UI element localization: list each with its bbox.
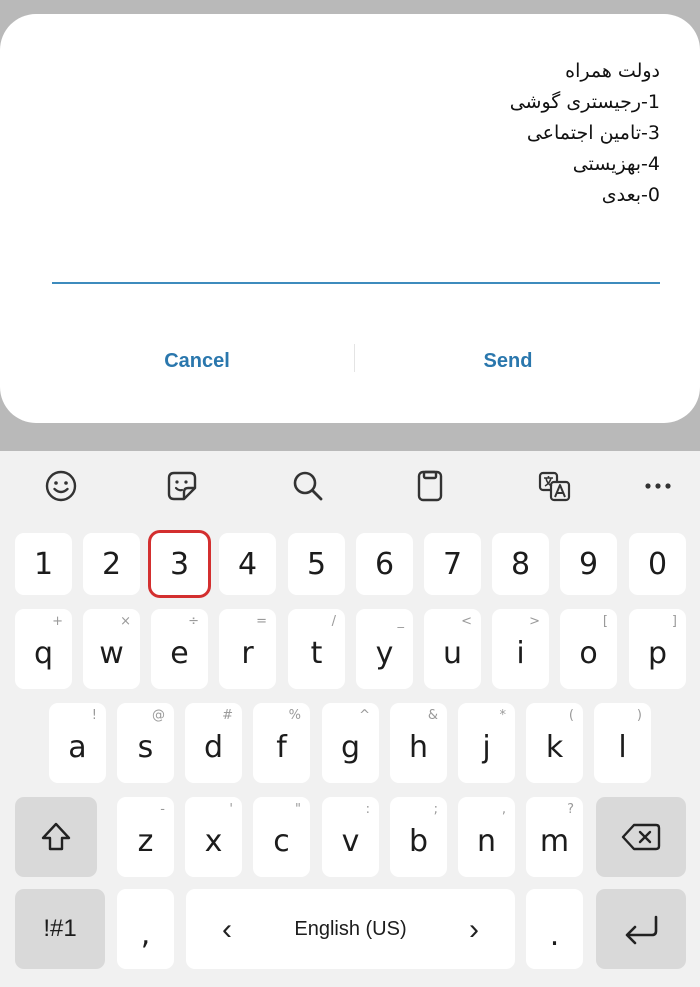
- key-m[interactable]: ? m: [526, 797, 583, 877]
- key-6[interactable]: 6: [356, 533, 413, 595]
- send-button[interactable]: Send: [408, 336, 608, 386]
- key-1[interactable]: 1: [15, 533, 72, 595]
- enter-key[interactable]: [596, 889, 686, 969]
- space-key[interactable]: English (US) ‹ ›: [186, 889, 515, 969]
- key-5[interactable]: 5: [288, 533, 345, 595]
- key-s[interactable]: @ s: [117, 703, 174, 783]
- key-e[interactable]: ÷ e: [151, 609, 208, 689]
- emoji-icon[interactable]: [43, 468, 79, 504]
- keyboard: 1 2 3 4 5 6 7 8 9 0 + q × w ÷ e = r / t _ y < u…: [0, 451, 700, 987]
- message-line-4: 4-بهزیستی: [572, 153, 660, 175]
- backspace-icon: [596, 797, 686, 877]
- key-3[interactable]: 3: [151, 533, 208, 595]
- key-x[interactable]: ' x: [185, 797, 242, 877]
- key-h[interactable]: & h: [390, 703, 447, 783]
- symbols-key[interactable]: !#1: [15, 889, 105, 969]
- key-j[interactable]: * j: [458, 703, 515, 783]
- key-y[interactable]: _ y: [356, 609, 413, 689]
- search-icon[interactable]: [290, 468, 326, 504]
- enter-icon: [596, 889, 686, 969]
- key-a[interactable]: ! a: [49, 703, 106, 783]
- translate-icon[interactable]: [537, 468, 573, 504]
- ussd-dialog: دولت همراه 1-رجیستری گوشی 3-تامین اجتماع…: [0, 14, 700, 423]
- key-c[interactable]: " c: [253, 797, 310, 877]
- key-b[interactable]: ; b: [390, 797, 447, 877]
- message-line-1: دولت همراه: [565, 60, 660, 82]
- clipboard-icon[interactable]: [412, 468, 448, 504]
- key-w[interactable]: × w: [83, 609, 140, 689]
- key-2[interactable]: 2: [83, 533, 140, 595]
- key-8[interactable]: 8: [492, 533, 549, 595]
- cancel-button[interactable]: Cancel: [97, 336, 297, 386]
- ussd-message: دولت همراه 1-رجیستری گوشی 3-تامین اجتماع…: [100, 56, 660, 211]
- key-z[interactable]: -z: [117, 797, 174, 877]
- key-g[interactable]: ^ g: [322, 703, 379, 783]
- key-r[interactable]: = r: [219, 609, 276, 689]
- key-v[interactable]: :v: [322, 797, 379, 877]
- key-p[interactable]: ] p: [629, 609, 686, 689]
- key-l[interactable]: ) l: [594, 703, 651, 783]
- message-line-5: 0-بعدی: [601, 184, 660, 206]
- cursor-left-icon[interactable]: ‹: [222, 913, 232, 947]
- key-f[interactable]: % f: [253, 703, 310, 783]
- reply-input[interactable]: [52, 282, 660, 284]
- key-d[interactable]: # d: [185, 703, 242, 783]
- more-icon[interactable]: [640, 468, 676, 504]
- backspace-key[interactable]: [596, 797, 686, 877]
- message-line-3: 3-تامین اجتماعی: [526, 122, 660, 144]
- comma-key[interactable]: ,: [117, 889, 174, 969]
- key-7[interactable]: 7: [424, 533, 481, 595]
- shift-key[interactable]: [15, 797, 97, 877]
- key-u[interactable]: < u: [424, 609, 481, 689]
- key-n[interactable]: ,n: [458, 797, 515, 877]
- sticker-icon[interactable]: [164, 468, 200, 504]
- key-i[interactable]: > i: [492, 609, 549, 689]
- key-t[interactable]: / t: [288, 609, 345, 689]
- cursor-right-icon[interactable]: ›: [469, 913, 479, 947]
- key-q[interactable]: + q: [15, 609, 72, 689]
- button-divider: [354, 344, 355, 372]
- key-4[interactable]: 4: [219, 533, 276, 595]
- key-o[interactable]: [o: [560, 609, 617, 689]
- key-0[interactable]: 0: [629, 533, 686, 595]
- key-k[interactable]: (k: [526, 703, 583, 783]
- message-line-2: 1-رجیستری گوشی: [509, 91, 660, 113]
- shift-icon: [15, 797, 97, 877]
- key-9[interactable]: 9: [560, 533, 617, 595]
- period-key[interactable]: .: [526, 889, 583, 969]
- keyboard-toolbar: [0, 451, 700, 521]
